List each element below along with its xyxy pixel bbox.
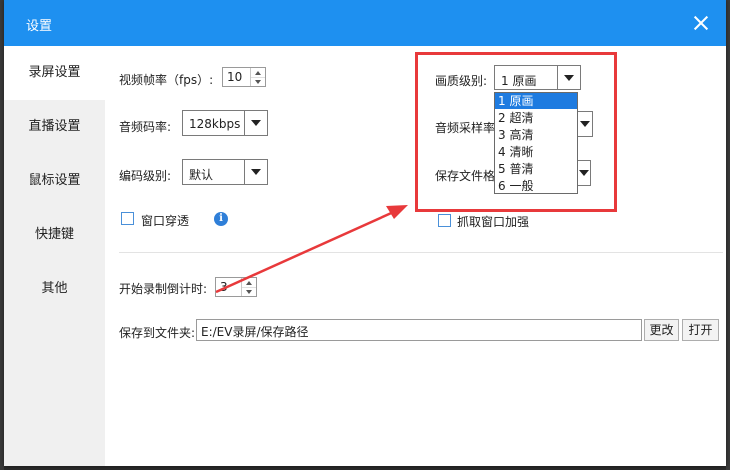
annotation-arrow <box>215 205 408 294</box>
